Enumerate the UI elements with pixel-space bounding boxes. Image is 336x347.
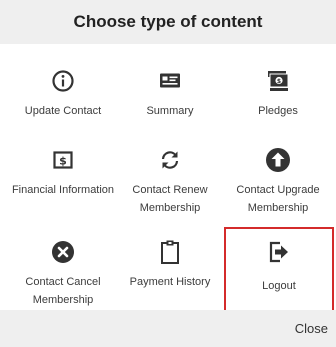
tile-financial-information[interactable]: $ Financial Information — [8, 147, 118, 199]
tile-contact-cancel-membership[interactable]: Contact Cancel Membership — [8, 239, 118, 309]
svg-text:$: $ — [59, 155, 67, 168]
tile-contact-upgrade-membership[interactable]: Contact Upgrade Membership — [223, 147, 333, 217]
arrow-up-circle-icon — [265, 147, 291, 173]
tile-contact-renew-membership[interactable]: Contact Renew Membership — [115, 147, 225, 217]
tile-label: Contact Renew Membership — [132, 184, 208, 214]
tile-logout[interactable]: Logout — [224, 227, 334, 317]
choose-content-dialog: Choose type of content Update Contact Su… — [0, 0, 336, 347]
refresh-icon — [157, 147, 183, 173]
tile-payment-history[interactable]: Payment History — [115, 239, 225, 291]
dialog-title: Choose type of content — [0, 0, 336, 44]
tile-label: Payment History — [129, 276, 211, 288]
tile-label: Pledges — [258, 105, 298, 117]
tile-summary[interactable]: Summary — [115, 68, 225, 120]
content-type-grid: Update Contact Summary $ Pledges $ Finan… — [0, 44, 336, 317]
tile-label: Logout — [262, 280, 296, 292]
close-button[interactable]: Close — [295, 321, 328, 336]
tile-label: Financial Information — [11, 184, 115, 196]
tile-update-contact[interactable]: Update Contact — [8, 68, 118, 120]
id-card-icon — [157, 68, 183, 94]
tile-label: Update Contact — [24, 105, 102, 117]
tile-label: Contact Upgrade Membership — [236, 184, 320, 214]
money-stack-icon: $ — [265, 68, 291, 94]
info-circle-icon — [50, 68, 76, 94]
tile-label: Contact Cancel Membership — [25, 276, 101, 306]
x-circle-icon — [50, 239, 76, 265]
tile-label: Summary — [146, 105, 194, 117]
sign-out-icon — [266, 239, 292, 265]
dialog-footer: Close — [0, 310, 336, 347]
dollar-square-icon: $ — [50, 147, 76, 173]
tile-pledges[interactable]: $ Pledges — [223, 68, 333, 120]
clipboard-icon — [157, 239, 183, 265]
svg-text:$: $ — [277, 78, 281, 85]
